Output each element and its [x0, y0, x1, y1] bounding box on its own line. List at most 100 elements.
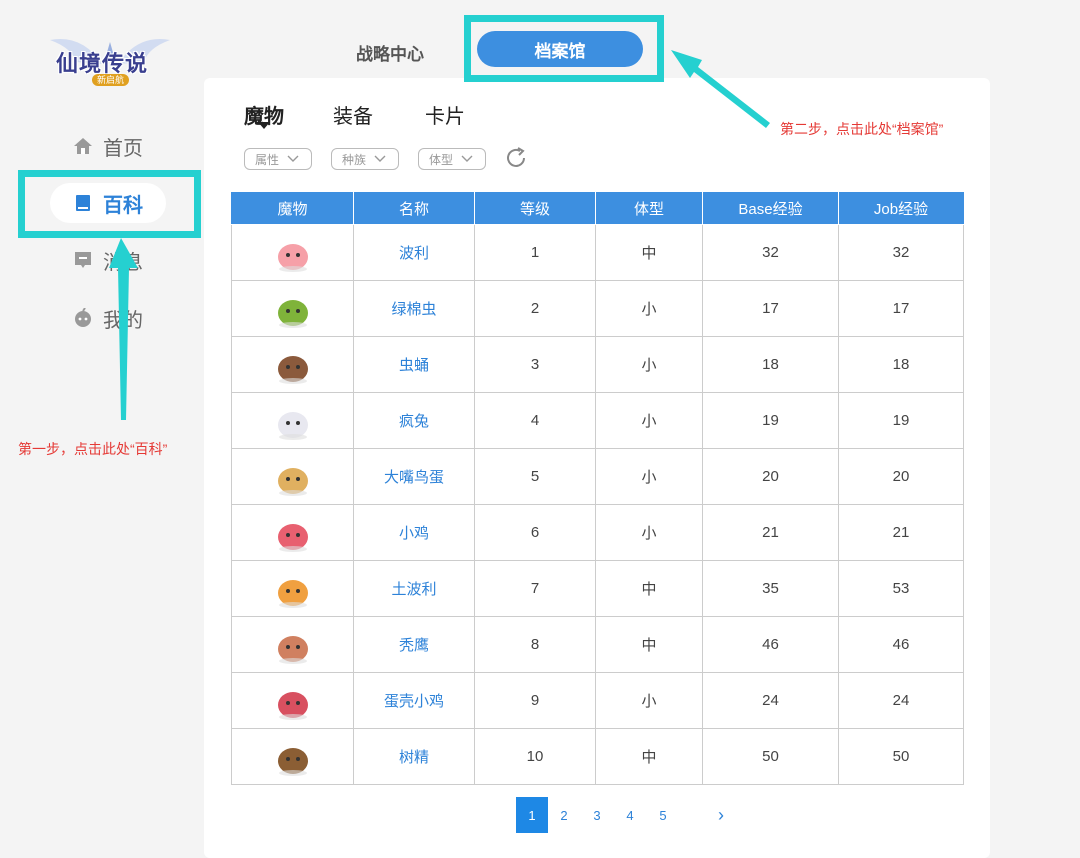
monster-name[interactable]: 小鸡 [353, 504, 475, 561]
monster-job-exp: 21 [838, 504, 964, 561]
monster-job-exp: 19 [838, 392, 964, 449]
monster-base-exp: 46 [702, 616, 839, 673]
monster-name[interactable]: 疯兔 [353, 392, 475, 449]
table-row[interactable]: 树精 10 中 50 50 [231, 728, 964, 785]
sidebar-item-messages[interactable]: 消息 [50, 240, 166, 280]
table-row[interactable]: 虫蛹 3 小 18 18 [231, 336, 964, 393]
table-row[interactable]: 土波利 7 中 35 53 [231, 560, 964, 617]
monster-size: 小 [595, 504, 703, 561]
monster-level: 6 [474, 504, 596, 561]
monster-sprite-icon [277, 355, 308, 384]
annotation-step2: 第二步，点击此处“档案馆” [780, 121, 944, 137]
monster-level: 5 [474, 448, 596, 505]
monster-image-cell [231, 336, 354, 393]
monster-sprite-icon [277, 579, 308, 608]
subtab-equipment[interactable]: 装备 [333, 100, 373, 129]
filter-attribute-select[interactable]: 属性 [244, 148, 312, 170]
page-button[interactable]: 4 [616, 797, 644, 833]
monster-job-exp: 20 [838, 448, 964, 505]
monster-level: 3 [474, 336, 596, 393]
page-button[interactable]: 5 [649, 797, 677, 833]
monster-image-cell [231, 616, 354, 673]
app-logo: 仙境传说 新启航 [48, 34, 172, 90]
monster-base-exp: 32 [702, 224, 839, 281]
monster-job-exp: 17 [838, 280, 964, 337]
refresh-icon[interactable] [504, 146, 528, 170]
message-icon [75, 252, 91, 268]
page-button[interactable]: 2 [550, 797, 578, 833]
monster-size: 小 [595, 672, 703, 729]
monster-name[interactable]: 绿棉虫 [353, 280, 475, 337]
table-row[interactable]: 小鸡 6 小 21 21 [231, 504, 964, 561]
monster-level: 1 [474, 224, 596, 281]
monster-sprite-icon [277, 243, 308, 272]
column-header: 体型 [595, 192, 703, 225]
page-button[interactable]: 1 [516, 797, 548, 833]
monster-level: 10 [474, 728, 596, 785]
monster-level: 8 [474, 616, 596, 673]
monster-level: 7 [474, 560, 596, 617]
monster-level: 4 [474, 392, 596, 449]
monster-image-cell [231, 280, 354, 337]
monster-name[interactable]: 蛋壳小鸡 [353, 672, 475, 729]
monster-name[interactable]: 秃鹰 [353, 616, 475, 673]
table-row[interactable]: 秃鹰 8 中 46 46 [231, 616, 964, 673]
monster-sprite-icon [277, 467, 308, 496]
monster-sprite-icon [277, 691, 308, 720]
page-button[interactable]: 3 [583, 797, 611, 833]
monster-image-cell [231, 224, 354, 281]
table-row[interactable]: 波利 1 中 32 32 [231, 224, 964, 281]
sidebar-item-home[interactable]: 首页 [50, 126, 166, 166]
monster-level: 2 [474, 280, 596, 337]
monster-name[interactable]: 波利 [353, 224, 475, 281]
monster-job-exp: 32 [838, 224, 964, 281]
filter-size-select[interactable]: 体型 [418, 148, 486, 170]
monster-name[interactable]: 虫蛹 [353, 336, 475, 393]
monster-sprite-icon [277, 411, 308, 440]
table-row[interactable]: 绿棉虫 2 小 17 17 [231, 280, 964, 337]
table-row[interactable]: 蛋壳小鸡 9 小 24 24 [231, 672, 964, 729]
monster-image-cell [231, 728, 354, 785]
monster-level: 9 [474, 672, 596, 729]
monster-name[interactable]: 树精 [353, 728, 475, 785]
next-page-button[interactable]: › [707, 797, 735, 833]
monster-base-exp: 24 [702, 672, 839, 729]
sidebar-item-profile[interactable]: 我的 [50, 298, 166, 338]
monster-sprite-icon [277, 747, 308, 776]
monster-base-exp: 17 [702, 280, 839, 337]
monster-sprite-icon [277, 299, 308, 328]
monster-image-cell [231, 448, 354, 505]
monster-size: 中 [595, 728, 703, 785]
chevron-down-icon [461, 155, 473, 162]
sidebar-item-label: 消息 [103, 251, 143, 274]
table-row[interactable]: 疯兔 4 小 19 19 [231, 392, 964, 449]
monster-size: 小 [595, 448, 703, 505]
monster-job-exp: 53 [838, 560, 964, 617]
column-header: Job经验 [838, 192, 964, 225]
monster-image-cell [231, 392, 354, 449]
sidebar-item-label: 首页 [103, 137, 143, 160]
highlight-box-archive [464, 15, 664, 82]
subtab-cards[interactable]: 卡片 [425, 100, 465, 129]
annotation-step1: 第一步，点击此处“百科” [18, 441, 168, 457]
filter-race-select[interactable]: 种族 [331, 148, 399, 170]
monster-name[interactable]: 大嘴鸟蛋 [353, 448, 475, 505]
monster-image-cell [231, 504, 354, 561]
monster-job-exp: 24 [838, 672, 964, 729]
monster-job-exp: 46 [838, 616, 964, 673]
monster-table: 魔物 名称 等级 体型 Base经验 Job经验 波利 1 中 32 32 绿棉虫 2 小 17 17 虫蛹 3… [231, 192, 964, 785]
highlight-box-encyclopedia [18, 170, 201, 238]
table-row[interactable]: 大嘴鸟蛋 5 小 20 20 [231, 448, 964, 505]
monster-size: 小 [595, 392, 703, 449]
monster-base-exp: 20 [702, 448, 839, 505]
monster-sprite-icon [277, 523, 308, 552]
tab-strategy-center[interactable]: 战略中心 [356, 40, 424, 65]
active-tab-caret [258, 122, 270, 129]
home-icon [74, 138, 92, 154]
chevron-down-icon [287, 155, 299, 162]
column-header: 名称 [353, 192, 475, 225]
monster-size: 中 [595, 560, 703, 617]
monster-size: 小 [595, 336, 703, 393]
monster-name[interactable]: 土波利 [353, 560, 475, 617]
user-icon [75, 308, 91, 327]
